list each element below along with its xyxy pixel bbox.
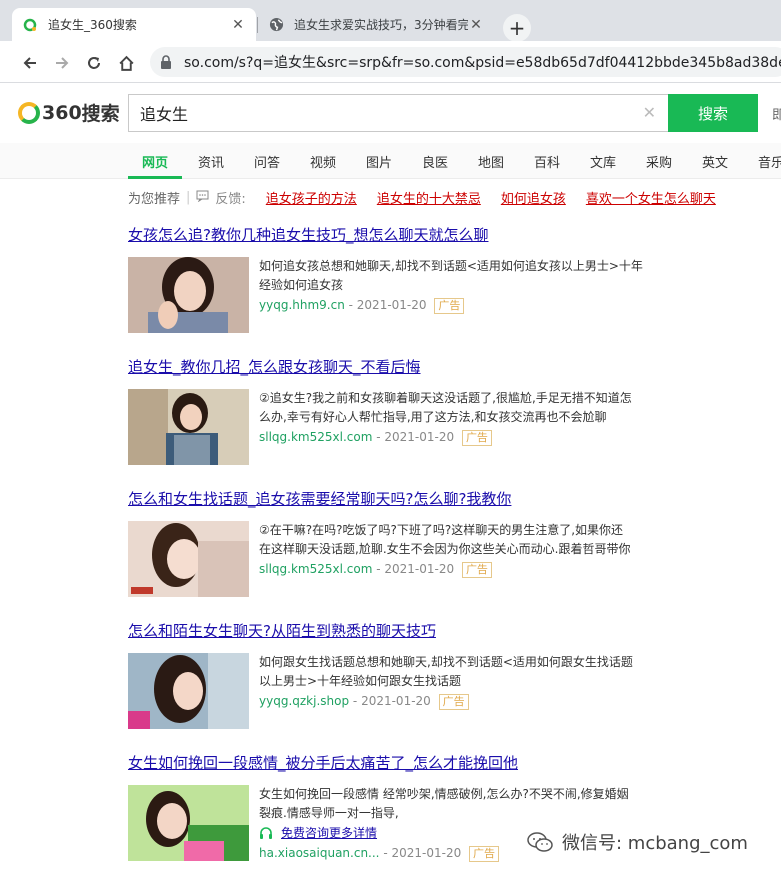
result-description: 如何跟女生找话题总想和她聊天,却找不到话题<适用如何跟女生找话题 以上男士>十年… bbox=[259, 653, 674, 711]
suggest-link[interactable]: 追女孩子的方法 bbox=[266, 188, 357, 207]
tab-shopping[interactable]: 采购 bbox=[646, 152, 672, 171]
tab-qa[interactable]: 问答 bbox=[254, 152, 280, 171]
result-thumbnail[interactable] bbox=[128, 785, 249, 861]
clear-icon[interactable]: ✕ bbox=[643, 103, 656, 122]
result-date: - 2021-01-20 bbox=[348, 298, 427, 312]
active-tab-underline bbox=[128, 176, 182, 179]
search-result: 怎么和陌生女生聊天?从陌生到熟悉的聊天技巧 如何跟女生找话题总想和她聊天,却找不… bbox=[128, 620, 688, 729]
tab-music[interactable]: 音乐 bbox=[758, 152, 781, 171]
category-nav: 网页 资讯 问答 视频 图片 良医 地图 百科 文库 采购 英文 音乐 bbox=[0, 143, 781, 179]
360-logo-icon bbox=[18, 101, 40, 124]
result-title[interactable]: 怎么和陌生女生聊天?从陌生到熟悉的聊天技巧 bbox=[128, 620, 688, 641]
360-favicon-icon bbox=[22, 17, 38, 33]
360-logo[interactable]: 360 搜索 bbox=[18, 99, 120, 126]
result-title[interactable]: 追女生_教你几招_怎么跟女孩聊天_不看后悔 bbox=[128, 356, 688, 377]
search-result: 怎么和女生找话题_追女孩需要经常聊天吗?怎么聊?我教你 ②在干嘛?在吗?吃饭了吗… bbox=[128, 488, 688, 597]
url-text: so.com/s?q=追女生&src=srp&fr=so.com&psid=e5… bbox=[184, 55, 781, 71]
browser-tab-active[interactable]: 追女生_360搜索 ✕ bbox=[12, 8, 256, 41]
result-url-line: yyqg.hhm9.cn - 2021-01-20 广告 bbox=[259, 296, 674, 315]
tab-title: 追女生_360搜索 bbox=[48, 18, 137, 32]
home-icon[interactable] bbox=[116, 53, 136, 73]
search-result: 女孩怎么追?教你几种追女生技巧_想怎么聊天就怎么聊 如何追女孩总想和她聊天,却找… bbox=[128, 224, 688, 333]
globe-icon bbox=[268, 17, 284, 33]
divider: | bbox=[186, 190, 191, 205]
search-header: 360 搜索 追女生 ✕ 搜索 即 bbox=[0, 83, 781, 143]
result-url-line: sllqg.km525xl.com - 2021-01-20 广告 bbox=[259, 560, 674, 579]
headset-icon bbox=[259, 826, 273, 841]
result-thumbnail[interactable] bbox=[128, 389, 249, 465]
browser-tab-inactive[interactable]: 追女生求爱实战技巧，3分钟看完 ✕ bbox=[258, 8, 494, 41]
result-url[interactable]: ha.xiaosaiquan.cn... bbox=[259, 846, 380, 860]
close-icon[interactable]: ✕ bbox=[230, 17, 246, 33]
browser-tab-bar: 追女生_360搜索 ✕ 追女生求爱实战技巧，3分钟看完 ✕ + bbox=[0, 0, 781, 42]
tab-news[interactable]: 资讯 bbox=[198, 152, 224, 171]
tab-title: 追女生求爱实战技巧，3分钟看完 bbox=[294, 18, 468, 32]
suggest-label: 为您推荐 bbox=[128, 192, 181, 207]
result-url[interactable]: yyqg.hhm9.cn bbox=[259, 298, 345, 312]
result-description: ②在干嘛?在吗?吃饭了吗?下班了吗?这样聊天的男生注意了,如果你还 在这样聊天没… bbox=[259, 521, 674, 579]
feedback-icon[interactable] bbox=[196, 190, 209, 206]
tab-english[interactable]: 英文 bbox=[702, 152, 728, 171]
result-date: - 2021-01-20 bbox=[376, 430, 455, 444]
result-thumbnail[interactable] bbox=[128, 653, 249, 729]
ad-badge: 广告 bbox=[461, 562, 492, 578]
result-url[interactable]: yyqg.qzkj.shop bbox=[259, 694, 349, 708]
url-bar[interactable]: so.com/s?q=追女生&src=srp&fr=so.com&psid=e5… bbox=[150, 47, 781, 77]
result-thumbnail[interactable] bbox=[128, 521, 249, 597]
tab-wenku[interactable]: 文库 bbox=[590, 152, 616, 171]
tab-video[interactable]: 视频 bbox=[310, 152, 336, 171]
result-url-line: yyqg.qzkj.shop - 2021-01-20 广告 bbox=[259, 692, 674, 711]
result-date: - 2021-01-20 bbox=[383, 846, 462, 860]
suggest-link[interactable]: 如何追女孩 bbox=[501, 188, 566, 207]
result-description: ②追女生?我之前和女孩聊着聊天这没话题了,很尴尬,手足无措不知道怎 么办,幸亏有… bbox=[259, 389, 674, 447]
header-extra-link[interactable]: 即 bbox=[772, 104, 781, 123]
result-title[interactable]: 女生如何挽回一段感情_被分手后太痛苦了_怎么才能挽回他 bbox=[128, 752, 688, 773]
ad-badge: 广告 bbox=[461, 430, 492, 446]
address-bar-row: so.com/s?q=追女生&src=srp&fr=so.com&psid=e5… bbox=[0, 41, 781, 83]
search-input[interactable]: 追女生 ✕ bbox=[128, 94, 668, 132]
suggest-link[interactable]: 喜欢一个女生怎么聊天 bbox=[586, 188, 716, 207]
watermark: 微信号: mcbang_com bbox=[526, 829, 748, 855]
forward-arrow-icon[interactable] bbox=[52, 53, 72, 73]
result-title[interactable]: 女孩怎么追?教你几种追女生技巧_想怎么聊天就怎么聊 bbox=[128, 224, 688, 245]
suggest-link[interactable]: 追女生的十大禁忌 bbox=[377, 188, 481, 207]
reload-icon[interactable] bbox=[84, 53, 104, 73]
result-url[interactable]: sllqg.km525xl.com bbox=[259, 562, 372, 576]
tab-webpage[interactable]: 网页 bbox=[142, 152, 168, 171]
new-tab-button[interactable]: + bbox=[503, 14, 531, 42]
search-result: 追女生_教你几招_怎么跟女孩聊天_不看后悔 ②追女生?我之前和女孩聊着聊天这没话… bbox=[128, 356, 688, 465]
related-suggestions: 为您推荐 | 反馈: 追女孩子的方法 追女生的十大禁忌 如何追女孩 喜欢一个女生… bbox=[128, 188, 716, 207]
watermark-text: 微信号: mcbang_com bbox=[562, 833, 748, 854]
tab-health[interactable]: 良医 bbox=[422, 152, 448, 171]
result-thumbnail[interactable] bbox=[128, 257, 249, 333]
ad-badge: 广告 bbox=[469, 846, 500, 862]
result-url-line: sllqg.km525xl.com - 2021-01-20 广告 bbox=[259, 428, 674, 447]
search-query: 追女生 bbox=[140, 105, 189, 124]
result-title[interactable]: 怎么和女生找话题_追女孩需要经常聊天吗?怎么聊?我教你 bbox=[128, 488, 688, 509]
back-arrow-icon[interactable] bbox=[20, 53, 40, 73]
search-button[interactable]: 搜索 bbox=[668, 94, 758, 132]
close-icon[interactable]: ✕ bbox=[468, 17, 484, 33]
tab-images[interactable]: 图片 bbox=[366, 152, 392, 171]
result-date: - 2021-01-20 bbox=[352, 694, 431, 708]
feedback-label[interactable]: 反馈: bbox=[215, 188, 245, 207]
tab-map[interactable]: 地图 bbox=[478, 152, 504, 171]
result-url[interactable]: sllqg.km525xl.com bbox=[259, 430, 372, 444]
tab-baike[interactable]: 百科 bbox=[534, 152, 560, 171]
lock-icon bbox=[160, 55, 172, 69]
wechat-icon bbox=[527, 832, 553, 852]
result-date: - 2021-01-20 bbox=[376, 562, 455, 576]
result-description: 如何追女孩总想和她聊天,却找不到话题<适用如何追女孩以上男士>十年 经验如何追女… bbox=[259, 257, 674, 315]
ad-badge: 广告 bbox=[438, 694, 469, 710]
ad-badge: 广告 bbox=[434, 298, 465, 314]
